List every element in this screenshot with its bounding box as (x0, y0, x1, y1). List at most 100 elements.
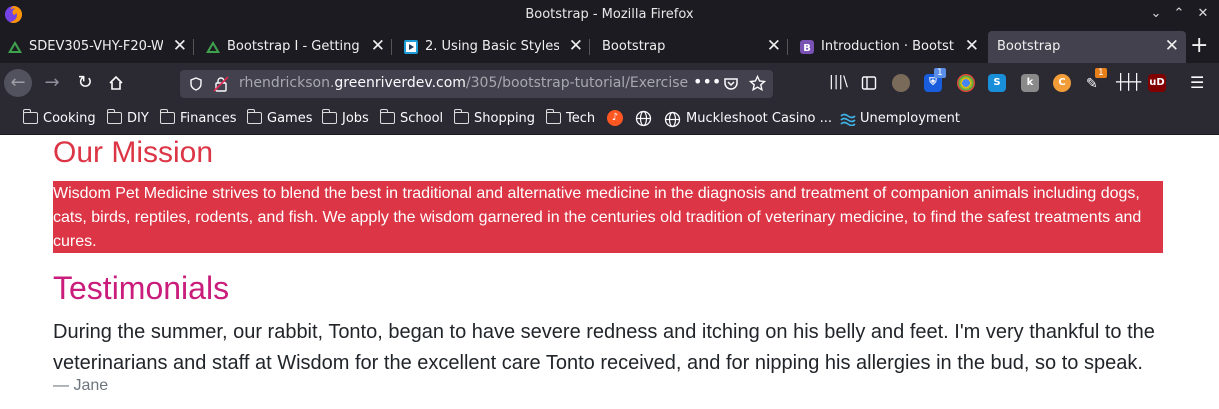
reload-button[interactable]: ↻ (71, 69, 99, 97)
profile-avatar[interactable] (892, 74, 910, 92)
folder-icon (321, 109, 337, 124)
close-window-button[interactable]: ✕ (1195, 6, 1211, 22)
bookmark-label: Cooking (43, 111, 96, 126)
tab-bootstrap-1[interactable]: Bootstrap ✕ (594, 31, 788, 63)
library-icon[interactable]: |||\ (829, 74, 848, 90)
tab-bootstrap-active[interactable]: Bootstrap ✕ (988, 31, 1186, 63)
extension-badge: 1 (1095, 68, 1107, 78)
mission-heading: Our Mission (53, 136, 214, 169)
navigation-toolbar: ← → ↻ rhendrickson.greenriverdev.com/305… (0, 63, 1219, 103)
bookmark-label: Tech (566, 111, 596, 126)
insecure-lock-icon[interactable] (213, 76, 229, 92)
ublock-icon[interactable]: uD (1148, 74, 1166, 92)
bookmark-folder-finances[interactable]: Finances (159, 109, 237, 126)
home-button[interactable] (102, 69, 130, 97)
home-icon (109, 75, 123, 90)
bookmark-label: Unemployment (860, 111, 960, 126)
green-tri-icon (206, 41, 220, 53)
bookmark-folder-jobs[interactable]: Jobs (321, 109, 369, 126)
extension-shoe-icon[interactable]: ✎ (1086, 76, 1098, 92)
extension-k-icon[interactable]: k (1021, 74, 1039, 92)
bookmark-label: Games (267, 111, 313, 126)
url-text[interactable]: rhendrickson.greenriverdev.com/305/boots… (239, 75, 689, 91)
bookmark-folder-diy[interactable]: DIY (106, 109, 149, 126)
close-tab-icon[interactable]: ✕ (569, 37, 583, 55)
close-tab-icon[interactable]: ✕ (371, 37, 385, 55)
testimonials-heading: Testimonials (53, 270, 230, 306)
window-title: Bootstrap - Mozilla Firefox (525, 7, 694, 22)
globe-icon[interactable] (635, 110, 652, 127)
bookmark-folder-shopping[interactable]: Shopping (453, 109, 536, 126)
close-tab-icon[interactable]: ✕ (1165, 37, 1179, 55)
url-domain: greenriverdev.com (334, 75, 466, 91)
bitwarden-badge: 1 (934, 68, 946, 78)
bookmark-star-icon[interactable] (749, 75, 766, 92)
bookmark-label: Muckleshoot Casino ... (686, 111, 833, 126)
extension-s-icon[interactable]: S (988, 74, 1006, 92)
tab-separator (787, 39, 788, 55)
folder-icon (22, 109, 38, 124)
testimonial-quote: During the summer, our rabbit, Tonto, be… (53, 321, 1155, 374)
tab-separator (391, 39, 392, 55)
bookmarks-toolbar: Cooking DIY Finances Games Jobs School S… (0, 103, 1219, 135)
testimonial-author: — Jane (53, 377, 109, 394)
tab-label: Bootstrap (602, 39, 666, 54)
forward-button[interactable]: → (38, 69, 66, 97)
bootstrap-b-icon: B (800, 40, 814, 54)
bookmark-folder-tech[interactable]: Tech (545, 109, 596, 126)
tab-bootstrap-getting-started[interactable]: Bootstrap I - Getting S ✕ (198, 31, 392, 63)
folder-icon (106, 109, 122, 124)
extension-fence-icon[interactable]: ┼┼┼ (1116, 73, 1141, 91)
page-actions-icon[interactable]: ••• (693, 72, 721, 91)
bookmark-label: Shopping (474, 111, 536, 126)
folder-icon (379, 109, 395, 124)
extension-coupon-icon[interactable]: C (1053, 74, 1071, 92)
close-tab-icon[interactable]: ✕ (173, 37, 187, 55)
page-content: Our Mission Wisdom Pet Medicine strives … (0, 136, 1219, 409)
bookmark-label: School (400, 111, 444, 126)
tab-introduction-bootstrap[interactable]: B Introduction · Bootstr ✕ (792, 31, 986, 63)
video-play-icon (404, 40, 418, 54)
bookmark-folder-school[interactable]: School (379, 109, 444, 126)
green-tri-icon (8, 41, 22, 53)
url-bar[interactable]: rhendrickson.greenriverdev.com/305/boots… (180, 70, 773, 98)
window-titlebar: Bootstrap - Mozilla Firefox ⌄ ⌃ ✕ (0, 0, 1219, 31)
new-tab-button[interactable]: + (1190, 35, 1208, 57)
svg-text:B: B (803, 43, 811, 54)
mission-text: Wisdom Pet Medicine strives to blend the… (53, 181, 1163, 253)
tab-label: 2. Using Basic Styles - (425, 39, 559, 54)
bookmark-label: DIY (127, 111, 149, 126)
wave-icon (840, 113, 856, 126)
url-path: /305/bootstrap-tutorial/Exercise Fil (465, 75, 689, 91)
tab-sdev305[interactable]: SDEV305-VHY-F20-WE ✕ (0, 31, 194, 63)
tab-label: Bootstrap (997, 39, 1061, 54)
chrome-icon[interactable] (957, 74, 975, 92)
bookmark-folder-cooking[interactable]: Cooking (22, 109, 96, 126)
folder-icon (159, 109, 175, 124)
music-note-icon[interactable]: ♪ (607, 110, 623, 126)
tab-using-basic-styles[interactable]: 2. Using Basic Styles - ✕ (396, 31, 590, 63)
pocket-icon[interactable] (723, 76, 739, 92)
bookmark-folder-games[interactable]: Games (246, 109, 313, 126)
bookmark-unemployment[interactable]: Unemployment (840, 111, 960, 126)
bookmark-muckleshoot[interactable]: Muckleshoot Casino ... (664, 111, 833, 128)
folder-icon (545, 109, 561, 124)
globe-icon (664, 111, 681, 128)
shield-icon[interactable] (189, 77, 203, 91)
tab-label: Bootstrap I - Getting S (227, 39, 361, 54)
minimize-button[interactable]: ⌄ (1148, 6, 1164, 22)
menu-icon[interactable]: ☰ (1190, 73, 1204, 92)
sidebar-icon[interactable] (861, 75, 877, 91)
tab-separator (193, 39, 194, 55)
url-prefix: rhendrickson. (239, 75, 335, 91)
folder-icon (453, 109, 469, 124)
bookmark-label: Jobs (342, 111, 369, 126)
back-button[interactable]: ← (4, 69, 32, 97)
close-tab-icon[interactable]: ✕ (965, 37, 979, 55)
tab-separator (589, 39, 590, 55)
maximize-button[interactable]: ⌃ (1171, 6, 1187, 22)
tab-bar: SDEV305-VHY-F20-WE ✕ Bootstrap I - Getti… (0, 31, 1219, 63)
bookmark-label: Finances (180, 111, 237, 126)
tab-label: SDEV305-VHY-F20-WE (29, 39, 163, 54)
close-tab-icon[interactable]: ✕ (767, 37, 781, 55)
